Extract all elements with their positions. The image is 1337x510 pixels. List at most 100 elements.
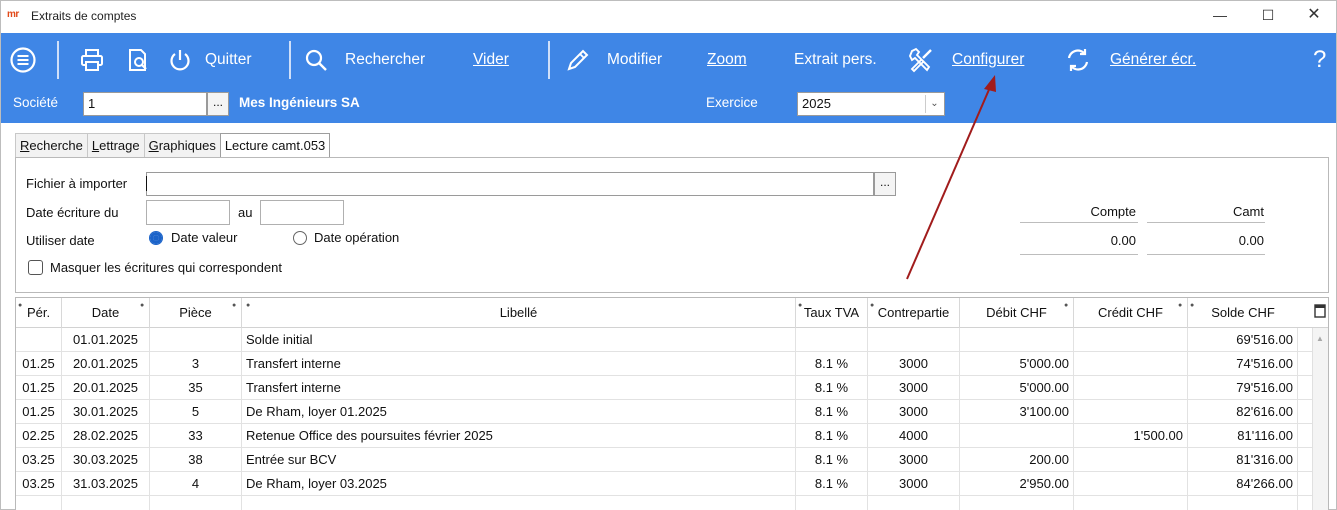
date-to-input[interactable] (260, 200, 344, 225)
preview-icon (129, 49, 147, 71)
configure-label: Configurer (952, 51, 1025, 68)
generate-label: Générer écr. (1110, 51, 1197, 68)
toolbar-separator (548, 41, 550, 79)
fiscal-year-select[interactable]: 2025 ⌄ (797, 92, 945, 116)
menu-icon (10, 47, 36, 73)
vertical-scrollbar[interactable]: ▲ (1312, 328, 1328, 510)
column-header-taux-tva[interactable]: ● Taux TVA (796, 298, 868, 328)
radio-date-operation[interactable] (293, 231, 307, 245)
table-row[interactable]: 01.25 20.01.2025 35 Transfert interne 8.… (16, 376, 1312, 400)
tab-recherche[interactable]: Recherche (15, 133, 88, 157)
quit-label: Quitter (205, 51, 252, 68)
company-browse-button[interactable]: ... (207, 92, 229, 116)
print-preview-button[interactable] (125, 33, 151, 87)
column-header-contrepartie[interactable]: ● Contrepartie (868, 298, 960, 328)
toolbar-separator (289, 41, 291, 79)
table-row-empty (16, 496, 1312, 510)
date-to-label: au (238, 205, 253, 220)
extract-button[interactable]: Extrait pers. (794, 33, 877, 87)
column-header-solde[interactable]: ● Solde CHF (1188, 298, 1298, 328)
fiscal-year-value: 2025 (802, 96, 831, 111)
tab-graphiques[interactable]: Graphiques (143, 133, 221, 157)
text-cursor (146, 176, 147, 191)
company-label: Société (13, 95, 59, 110)
title-bar: mr Extraits de comptes — ☐ ✕ (1, 1, 1336, 33)
close-button[interactable]: ✕ (1291, 5, 1337, 29)
toolbar: Quitter Rechercher Vider Modifier Zoom E… (1, 33, 1336, 87)
print-button[interactable] (79, 33, 105, 87)
refresh-icon (1067, 49, 1089, 71)
date-from-input[interactable] (146, 200, 230, 225)
column-settings-icon[interactable] (1314, 304, 1326, 318)
zoom-button[interactable]: Zoom (707, 33, 747, 87)
entries-grid: ● Pér. ● Date ● Pièce ● Libellé ● Taux TVA ● C… (15, 297, 1329, 510)
clear-button[interactable]: Vider (473, 33, 509, 87)
clear-label: Vider (473, 51, 509, 68)
extract-label: Extrait pers. (794, 51, 877, 68)
summary-divider (1020, 222, 1138, 223)
generate-button[interactable]: Générer écr. (1064, 33, 1196, 87)
tools-icon (908, 47, 932, 73)
app-window: mr Extraits de comptes — ☐ ✕ Quitter Rec… (0, 0, 1337, 510)
summary-compte-header: Compte (1090, 204, 1136, 219)
toolbar-separator (57, 41, 59, 79)
search-button[interactable]: Rechercher (303, 33, 425, 87)
column-header-credit[interactable]: ● Crédit CHF (1074, 298, 1188, 328)
power-icon (170, 50, 190, 71)
file-browse-button[interactable]: ... (874, 172, 896, 196)
maximize-button[interactable]: ☐ (1245, 5, 1291, 29)
minimize-button[interactable]: — (1197, 5, 1243, 29)
hide-matching-label: Masquer les écritures qui correspondent (50, 260, 282, 275)
help-button[interactable]: ? (1313, 33, 1326, 87)
file-input[interactable] (146, 172, 874, 196)
menu-button[interactable] (9, 33, 37, 87)
summary-divider (1020, 254, 1138, 255)
column-header-debit[interactable]: ● Débit CHF (960, 298, 1074, 328)
camt-panel: Fichier à importer ... Date écriture du … (15, 157, 1329, 293)
radio-date-operation-label: Date opération (314, 230, 400, 245)
column-header-date[interactable]: ● Date (62, 298, 150, 328)
window-title: Extraits de comptes (31, 9, 137, 23)
help-icon: ? (1313, 46, 1327, 73)
table-row[interactable]: 01.25 20.01.2025 3 Transfert interne 8.1… (16, 352, 1312, 376)
app-logo: mr (7, 9, 19, 20)
summary-divider (1147, 222, 1265, 223)
fiscal-year-label: Exercice (706, 95, 758, 110)
modify-button[interactable]: Modifier (565, 33, 662, 87)
table-row[interactable]: 03.25 30.03.2025 38 Entrée sur BCV 8.1 %… (16, 448, 1312, 472)
summary-camt-header: Camt (1232, 204, 1264, 219)
summary-divider (1147, 254, 1265, 255)
search-icon (305, 49, 327, 71)
printer-icon (81, 49, 103, 71)
radio-date-valeur[interactable] (149, 231, 163, 245)
pencil-icon (567, 49, 589, 71)
scroll-up-icon[interactable]: ▲ (1316, 334, 1324, 343)
tab-lecture-camt053[interactable]: Lecture camt.053 (219, 133, 331, 158)
date-from-label: Date écriture du (26, 205, 119, 220)
tab-bar: Recherche Lettrage Graphiques Lecture ca… (15, 133, 331, 158)
quit-button[interactable]: Quitter (167, 33, 252, 87)
column-header-piece[interactable]: ● Pièce (150, 298, 242, 328)
tab-lettrage[interactable]: Lettrage (86, 133, 145, 157)
chevron-down-icon[interactable]: ⌄ (925, 95, 943, 113)
configure-button[interactable]: Configurer (907, 33, 1024, 87)
company-input[interactable]: 1 (83, 92, 207, 116)
table-row[interactable]: 01.25 30.01.2025 5 De Rham, loyer 01.202… (16, 400, 1312, 424)
company-name: Mes Ingénieurs SA (239, 95, 360, 110)
radio-date-valeur-label: Date valeur (171, 230, 238, 245)
column-header-per[interactable]: ● Pér. (16, 298, 62, 328)
table-row[interactable]: 03.25 31.03.2025 4 De Rham, loyer 03.202… (16, 472, 1312, 496)
table-row[interactable]: 02.25 28.02.2025 33 Retenue Office des p… (16, 424, 1312, 448)
hide-matching-checkbox[interactable] (28, 260, 43, 275)
use-date-label: Utiliser date (26, 233, 95, 248)
summary-camt-value: 0.00 (1238, 233, 1264, 248)
company-bar: Société 1 ... Mes Ingénieurs SA Exercice… (1, 87, 1336, 123)
summary-compte-value: 0.00 (1110, 233, 1136, 248)
zoom-label: Zoom (707, 51, 747, 68)
search-label: Rechercher (345, 51, 426, 68)
column-header-libelle[interactable]: ● Libellé (242, 298, 796, 328)
file-label: Fichier à importer (26, 176, 128, 191)
table-row[interactable]: 01.01.2025 Solde initial 69'516.00 (16, 328, 1312, 352)
modify-label: Modifier (607, 51, 663, 68)
grid-header: ● Pér. ● Date ● Pièce ● Libellé ● Taux TVA ● C… (16, 298, 1328, 328)
